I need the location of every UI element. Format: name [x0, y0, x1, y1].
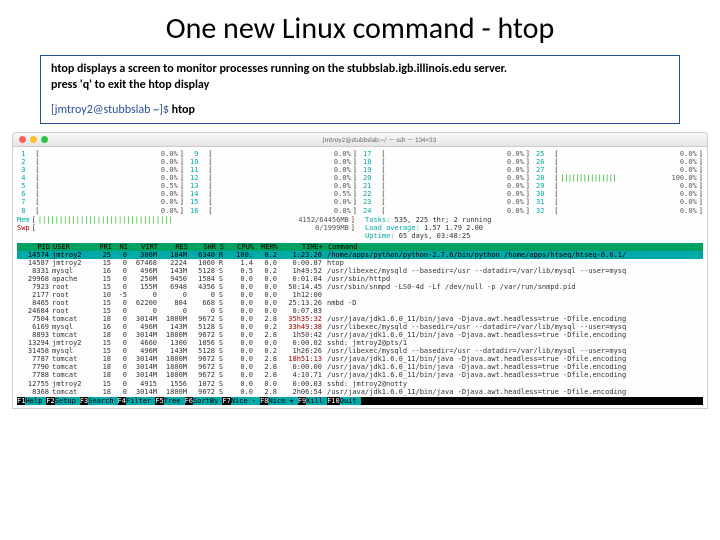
cpu-meter: 17 [0.0%] — [363, 150, 530, 158]
fkey-help[interactable]: F1Help — [17, 397, 46, 405]
cpu-meter: 29 [0.0%] — [536, 182, 703, 190]
process-row[interactable]: 7788tomcat1803014M1800M9672S0.02.84:10.7… — [17, 371, 703, 379]
process-list[interactable]: 14574jmtroy2250306M104M6340R100.0.21:23.… — [17, 251, 703, 396]
process-row[interactable]: 8893tomcat1803014M1800M9672S0.02.81h50:4… — [17, 331, 703, 339]
description-box: htop displays a screen to monitor proces… — [40, 55, 680, 124]
cpu-meter: 16 [0.0%] — [190, 207, 357, 215]
close-icon[interactable] — [19, 136, 26, 143]
cpu-meter: 3 [0.0%] — [17, 166, 184, 174]
fkey-nice -[interactable]: F7Nice - — [222, 397, 260, 405]
process-row[interactable]: 6169mysql160496M143M5128S0.00.233h49:38/… — [17, 323, 703, 331]
cpu-meter: 31 [0.0%] — [536, 198, 703, 206]
process-row[interactable]: 12755jmtroy2150491515561072S0.00.00:00.0… — [17, 380, 703, 388]
cpu-meter: 1 [0.0%] — [17, 150, 184, 158]
cpu-meter: 10 [0.0%] — [190, 158, 357, 166]
shell-prompt: [jmtroy2@stubbslab ~]$ htop — [51, 103, 669, 117]
cpu-meter: 4 [0.0%] — [17, 174, 184, 182]
fkey-tree[interactable]: F5Tree — [155, 397, 184, 405]
cpu-meter: 22 [0.0%] — [363, 190, 530, 198]
window-title: jmtroy2@stubbslab:~/ — ssh — 134×33 — [323, 135, 436, 144]
process-row[interactable]: 14574jmtroy2250306M104M6340R100.0.21:23.… — [17, 251, 703, 259]
cpu-meter: 19 [0.0%] — [363, 166, 530, 174]
cpu-meter: 32 [0.0%] — [536, 207, 703, 215]
process-row[interactable]: 7787tomcat1803014M1800M9672S0.02.818h51:… — [17, 355, 703, 363]
htop-terminal[interactable]: 1 [0.0%] 2 [0.0%] 3 [0.0%] 4 [0.0%] 5 [0… — [12, 146, 708, 408]
cpu-meter: 14 [0.5%] — [190, 190, 357, 198]
prompt-command: htop — [172, 103, 195, 117]
process-row[interactable]: 7923root150155M69484356S0.00.050:14.45/u… — [17, 283, 703, 291]
process-row[interactable]: 8331mysql160496M143M5128S0.50.21h49:52/u… — [17, 267, 703, 275]
desc-line-2: press 'q' to exit the htop display — [51, 78, 669, 94]
cpu-meter: 26 [0.0%] — [536, 158, 703, 166]
cpu-meter: 18 [0.0%] — [363, 158, 530, 166]
process-row[interactable]: 2177root10-5000S0.00.01h12:00 — [17, 291, 703, 299]
cpu-meter: 12 [0.0%] — [190, 174, 357, 182]
process-row[interactable]: 7790tomcat1803014M1800M9672S0.02.80:00.0… — [17, 363, 703, 371]
process-row[interactable]: 24684root150000S0.00.00:07.83 — [17, 307, 703, 315]
process-row[interactable]: 14587jmtroy21506746822241060R1.40.00:00.… — [17, 259, 703, 267]
process-row[interactable]: 29968apache150250M94501584S0.00.00:01.04… — [17, 275, 703, 283]
fkey-kill[interactable]: F9Kill — [298, 397, 327, 405]
fkey-nice +[interactable]: F8Nice + — [260, 397, 298, 405]
desc-line-1: htop displays a screen to monitor proces… — [51, 62, 669, 78]
load-info: Load average: 1.57 1.79 2.00 — [365, 224, 703, 232]
cpu-meter: 15 [0.0%] — [190, 198, 357, 206]
process-row[interactable]: 31458mysql150496M143M5128S0.00.21h26:26/… — [17, 347, 703, 355]
cpu-meter: 9 [0.0%] — [190, 150, 357, 158]
cpu-meter: 6 [0.0%] — [17, 190, 184, 198]
prompt-user: [jmtroy2@stubbslab ~]$ — [51, 103, 172, 117]
cpu-meter: 7 [0.0%] — [17, 198, 184, 206]
cpu-meter: 27 [0.0%] — [536, 166, 703, 174]
fkey-sortby[interactable]: F6SortBy — [185, 397, 223, 405]
cpu-meter: 20 [0.0%] — [363, 174, 530, 182]
fkey-quit[interactable]: F10Quit — [327, 397, 361, 405]
fkey-setup[interactable]: F2Setup — [46, 397, 80, 405]
cpu-meter: 13 [0.0%] — [190, 182, 357, 190]
cpu-meter: 28 [|||||||||||||||100.0%] — [536, 174, 703, 182]
process-header[interactable]: PIDUSERPRINIVIRTRESSHRSCPU%MEM%TIME+Comm… — [17, 243, 703, 251]
minimize-icon[interactable] — [30, 136, 37, 143]
process-row[interactable]: 8465root15062200804668S0.00.025:13.26nmb… — [17, 299, 703, 307]
cpu-meter: 5 [0.5%] — [17, 182, 184, 190]
mem-meter: Mem[||||||||||||||||||||||||||||||||4152… — [17, 216, 355, 224]
mac-titlebar: jmtroy2@stubbslab:~/ — ssh — 134×33 — [12, 132, 708, 146]
cpu-meter: 21 [0.0%] — [363, 182, 530, 190]
uptime-info: Uptime: 65 days, 03:48:25 — [365, 232, 703, 240]
process-row[interactable]: 13294jmtroy2150466013001056S0.00.00:00.0… — [17, 339, 703, 347]
cpu-meters: 1 [0.0%] 2 [0.0%] 3 [0.0%] 4 [0.0%] 5 [0… — [17, 150, 703, 214]
cpu-meter: 8 [0.0%] — [17, 207, 184, 215]
cpu-meter: 2 [0.0%] — [17, 158, 184, 166]
function-key-bar[interactable]: F1HelpF2SetupF3SearchF4FilterF5TreeF6Sor… — [17, 397, 703, 405]
cpu-meter: 30 [0.0%] — [536, 190, 703, 198]
process-row[interactable]: 8368tomcat1803014M1800M9672S0.02.82h06:5… — [17, 388, 703, 396]
fkey-search[interactable]: F3Search — [80, 397, 118, 405]
tasks-info: Tasks: 535, 225 thr; 2 running — [365, 216, 703, 224]
cpu-meter: 24 [0.0%] — [363, 207, 530, 215]
process-row[interactable]: 7504tomcat1803014M1800M9672S0.02.835h35:… — [17, 315, 703, 323]
fkey-filter[interactable]: F4Filter — [118, 397, 156, 405]
swap-meter: Swp[0/1999MB] — [17, 224, 355, 232]
slide-title: One new Linux command - htop — [40, 10, 680, 47]
zoom-icon[interactable] — [41, 136, 48, 143]
cpu-meter: 11 [0.0%] — [190, 166, 357, 174]
cpu-meter: 23 [0.0%] — [363, 198, 530, 206]
cpu-meter: 25 [0.0%] — [536, 150, 703, 158]
